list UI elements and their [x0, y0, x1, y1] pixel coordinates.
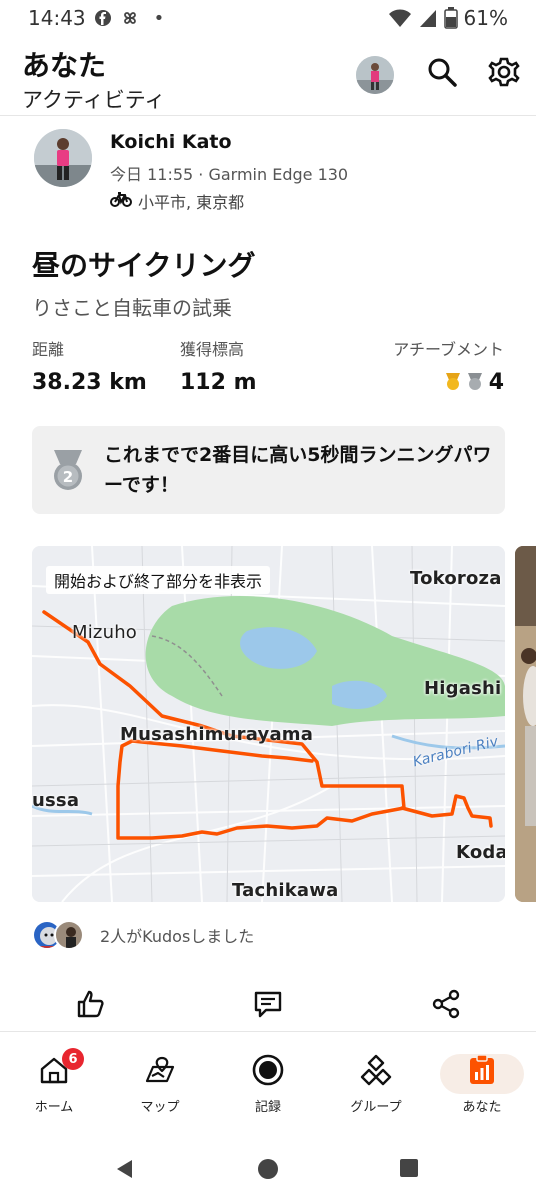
kudos-avatar — [54, 920, 84, 950]
profile-avatar[interactable] — [356, 56, 394, 94]
facebook-icon — [94, 9, 112, 27]
map-label-higashi: Higashi — [424, 678, 502, 699]
pinwheel-icon — [120, 8, 140, 28]
notification-badge: 6 — [62, 1048, 84, 1070]
stat-value-achievements: 4 — [488, 370, 504, 395]
comment-icon — [252, 988, 284, 1024]
thumbs-up-icon — [74, 988, 106, 1024]
achievement-highlight[interactable]: 2 これまでで2番目に高い5秒間ランニングパワーです！ — [32, 426, 505, 514]
battery-icon — [443, 7, 458, 29]
nav-label-record: 記録 — [254, 1100, 281, 1115]
app-header: あなた アクティビティ — [0, 40, 536, 116]
nav-groups[interactable]: グループ — [334, 1052, 418, 1115]
stat-value-distance: 38.23 km — [32, 370, 147, 395]
gear-icon — [488, 56, 520, 92]
status-time: 14:43 — [28, 6, 86, 30]
stat-label-elevation: 獲得標高 — [180, 340, 245, 359]
nav-you[interactable]: あなた — [440, 1052, 524, 1115]
map-label-tachikawa: Tachikawa — [232, 880, 339, 901]
activity-location: 小平市, 東京都 — [110, 189, 244, 213]
search-button[interactable] — [422, 54, 462, 94]
map-label-koda: Koda — [456, 842, 505, 863]
nav-label-map: マップ — [140, 1100, 180, 1115]
stat-value-elevation: 112 m — [180, 370, 257, 395]
home-system-button[interactable] — [257, 1158, 279, 1184]
activity-meta: 今日 11:55 · Garmin Edge 130 — [110, 165, 349, 184]
nav-label-you: あなた — [462, 1100, 502, 1115]
you-icon — [467, 1054, 497, 1090]
kudos-button[interactable] — [70, 986, 110, 1026]
bike-icon — [110, 191, 132, 211]
status-bar: 14:43 • 61% — [0, 0, 536, 36]
nav-record[interactable]: 記録 — [226, 1052, 310, 1115]
bottom-navigation: 6 ホーム マップ 記録 グループ あなた — [0, 1040, 536, 1126]
map-icon — [144, 1054, 176, 1090]
gold-medal-icon — [443, 371, 463, 395]
back-triangle-icon — [114, 1160, 136, 1184]
search-icon — [427, 57, 457, 91]
home-circle-icon — [257, 1159, 279, 1184]
stat-label-achievements: アチーブメント — [393, 340, 504, 359]
battery-percent: 61% — [463, 6, 508, 30]
map-label-mizuho: Mizuho — [72, 622, 138, 643]
nav-home[interactable]: 6 ホーム — [12, 1048, 96, 1115]
stat-achievements[interactable]: アチーブメント 4 — [393, 336, 504, 395]
stat-label-distance: 距離 — [32, 340, 65, 359]
record-icon — [251, 1053, 285, 1091]
page-title: あなた — [22, 49, 107, 82]
location-text: 小平市, 東京都 — [138, 193, 245, 212]
activity-actions — [0, 978, 536, 1032]
nav-map[interactable]: マップ — [118, 1052, 202, 1115]
share-icon — [430, 988, 462, 1024]
stat-elevation: 獲得標高 112 m — [180, 336, 257, 395]
comment-button[interactable] — [248, 986, 288, 1026]
nav-label-home: ホーム — [34, 1100, 74, 1115]
activity-photo-thumbnail[interactable] — [515, 546, 536, 902]
route-map[interactable]: 開始および終了部分を非表示 Tokoroza Mizuho Higashi Mu… — [32, 546, 505, 902]
map-label-musashimurayama: Musashimurayama — [120, 724, 314, 745]
recents-button[interactable] — [399, 1158, 419, 1182]
map-label-ussa: ussa — [32, 790, 80, 811]
system-navigation — [0, 1140, 536, 1200]
silver-medal-icon — [465, 371, 485, 395]
activity-title[interactable]: 昼のサイクリング — [32, 244, 255, 284]
recents-square-icon — [399, 1159, 419, 1182]
kudos-summary[interactable]: 2人がKudosしました — [32, 920, 254, 950]
athlete-name[interactable]: Koichi Kato — [110, 131, 232, 153]
map-label-tokorozawa: Tokoroza — [410, 568, 502, 589]
stat-distance: 距離 38.23 km — [32, 336, 147, 395]
kudos-text: 2人がKudosしました — [100, 927, 255, 946]
hide-start-end-button[interactable]: 開始および終了部分を非表示 — [46, 566, 271, 594]
wifi-icon — [388, 8, 412, 28]
nav-label-groups: グループ — [350, 1100, 402, 1115]
status-dot: • — [153, 7, 165, 29]
athlete-avatar[interactable] — [34, 129, 92, 187]
medal-number: 2 — [63, 468, 73, 486]
highlight-text: これまでで2番目に高い5秒間ランニングパワーです！ — [104, 444, 492, 496]
settings-button[interactable] — [484, 54, 524, 94]
signal-icon — [418, 8, 438, 28]
page-subtitle-tab[interactable]: アクティビティ — [22, 84, 165, 114]
groups-icon — [359, 1053, 393, 1091]
back-button[interactable] — [114, 1158, 136, 1184]
silver-medal-icon: 2 — [48, 448, 88, 496]
share-button[interactable] — [426, 986, 466, 1026]
activity-description: りさこと自転車の試乗 — [32, 296, 232, 320]
